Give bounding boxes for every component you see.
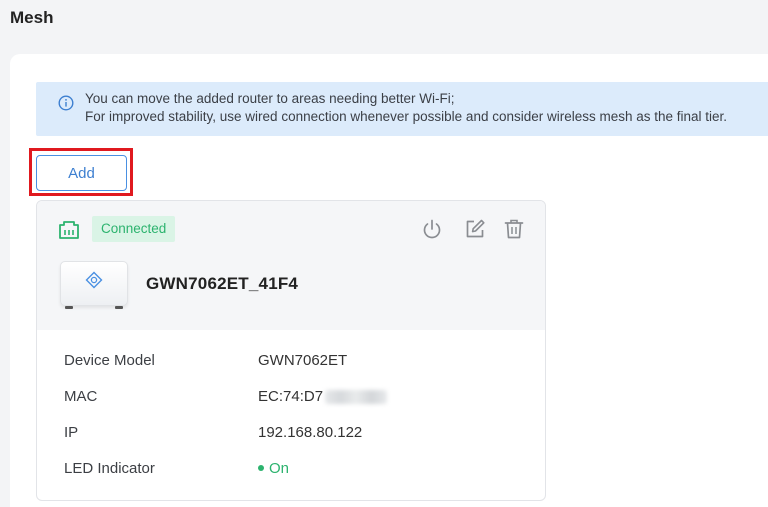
led-indicator-label: LED Indicator: [64, 460, 155, 477]
mac-label: MAC: [64, 388, 98, 405]
device-foot: [115, 306, 123, 309]
mac-value-text: EC:74:D7: [258, 388, 324, 405]
power-icon[interactable]: [421, 218, 443, 240]
delete-icon[interactable]: [503, 218, 525, 240]
mac-redacted: [325, 390, 388, 405]
ip-value: 192.168.80.122: [258, 424, 363, 441]
status-badge: Connected: [92, 216, 176, 242]
device-model-value: GWN7062ET: [258, 352, 348, 369]
device-name: GWN7062ET_41F4: [146, 274, 299, 293]
led-indicator-value: On: [258, 460, 289, 477]
edit-icon[interactable]: [464, 218, 486, 240]
led-status-dot: [258, 465, 264, 472]
device-card: Connected GWN7062ET_41F4 Device Model GW…: [36, 200, 546, 501]
ip-label: IP: [64, 424, 79, 441]
device-image: [60, 261, 128, 309]
router-logo-icon: [85, 271, 103, 289]
info-text-line-2: For improved stability, use wired connec…: [85, 109, 728, 124]
add-button[interactable]: Add: [36, 155, 127, 191]
led-status-text: On: [269, 460, 290, 477]
device-foot: [65, 306, 73, 309]
info-icon: [58, 95, 74, 111]
ethernet-icon: [59, 221, 79, 239]
info-text-line-1: You can move the added router to areas n…: [85, 91, 455, 106]
page-title: Mesh: [10, 8, 54, 27]
device-model-label: Device Model: [64, 352, 155, 369]
mac-value: EC:74:D7: [258, 388, 388, 405]
